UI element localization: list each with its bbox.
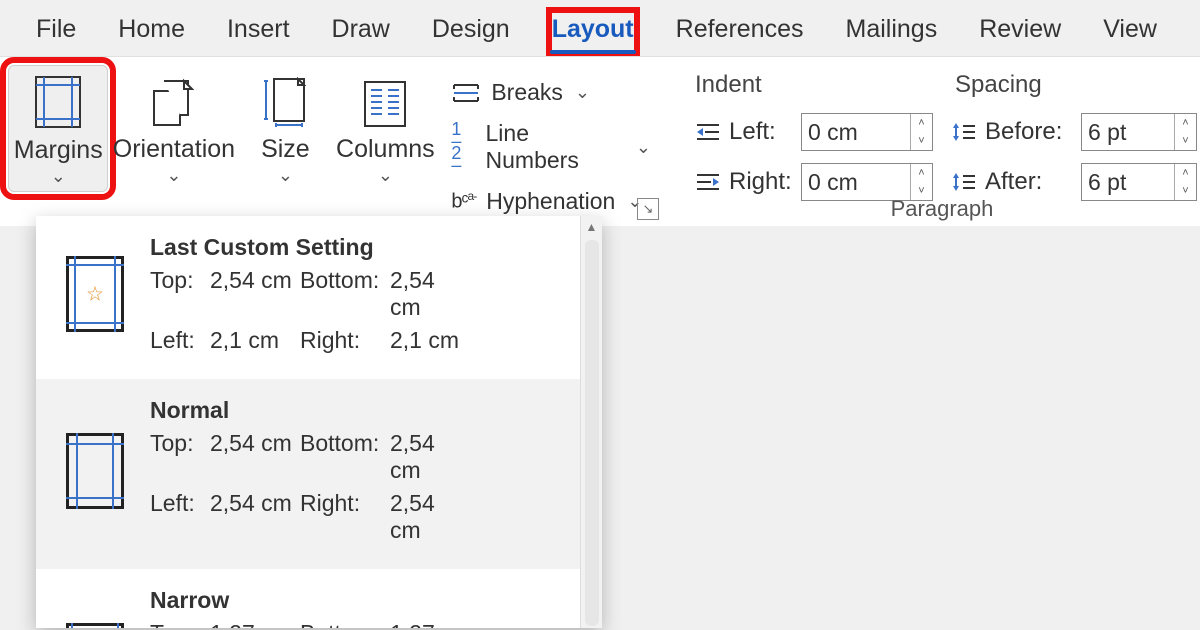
line-numbers-label: Line Numbers	[486, 120, 624, 174]
hyphenation-label: Hyphenation	[486, 188, 615, 215]
indent-right-label: Right:	[695, 168, 801, 196]
scroll-up-arrow[interactable]: ▲	[581, 216, 602, 238]
tab-mailings[interactable]: Mailings	[844, 11, 940, 54]
indent-right-icon	[695, 171, 721, 193]
breaks-label: Breaks	[491, 79, 563, 106]
margins-icon	[33, 74, 83, 130]
chevron-down-icon: ⌄	[636, 137, 651, 158]
hyphenation-button[interactable]: bᶜa- Hyphenation ⌄	[451, 188, 651, 215]
spacing-before-icon	[951, 121, 977, 143]
size-button[interactable]: Size ⌄	[239, 65, 331, 184]
margins-button[interactable]: Margins ⌄	[8, 65, 108, 192]
margins-options-list: ☆ Last Custom SettingTop:2,54 cmBottom:2,…	[36, 216, 580, 628]
indent-left-icon	[695, 121, 721, 143]
breaks-button[interactable]: Breaks ⌄	[451, 79, 651, 106]
orientation-icon	[150, 73, 198, 129]
group-paragraph: ↘ Indent Spacing Left: 0 cm˄˅ Before: 6 …	[669, 57, 1200, 226]
margins-preview-icon	[66, 623, 124, 629]
line-numbers-icon: 1 –2 –	[451, 123, 475, 171]
tab-view[interactable]: View	[1101, 11, 1159, 54]
spacing-after-icon	[951, 171, 977, 193]
margins-option[interactable]: ☆ Last Custom SettingTop:2,54 cmBottom:2,…	[36, 216, 580, 379]
indent-left-input[interactable]: 0 cm˄˅	[801, 113, 933, 151]
page-setup-small: Breaks ⌄ 1 –2 – Line Numbers ⌄ bᶜa- Hyph…	[439, 65, 661, 215]
spacing-before-input[interactable]: 6 pt˄˅	[1081, 113, 1197, 151]
hyphenation-icon: bᶜa-	[451, 189, 476, 214]
margins-option-text: Last Custom SettingTop:2,54 cmBottom:2,5…	[150, 234, 562, 354]
spacing-before-label: Before:	[951, 118, 1081, 146]
tab-layout[interactable]: Layout	[550, 11, 636, 54]
columns-label: Columns	[336, 135, 435, 164]
chevron-down-icon: ⌄	[166, 170, 181, 180]
spacing-after-input[interactable]: 6 pt˄˅	[1081, 163, 1197, 201]
chevron-down-icon: ⌄	[278, 170, 293, 180]
tab-review[interactable]: Review	[977, 11, 1063, 54]
indent-left-label: Left:	[695, 118, 801, 146]
columns-icon	[362, 73, 408, 129]
paragraph-group-label: Paragraph	[891, 196, 994, 222]
chevron-down-icon: ⌄	[51, 171, 66, 181]
margins-dropdown: ☆ Last Custom SettingTop:2,54 cmBottom:2,…	[36, 216, 602, 628]
tabs-bar: File Home Insert Draw Design Layout Refe…	[0, 0, 1200, 56]
chevron-down-icon: ⌄	[575, 82, 590, 103]
spinner-buttons[interactable]: ˄˅	[910, 164, 932, 200]
spinner-buttons[interactable]: ˄˅	[1174, 164, 1196, 200]
spinner-buttons[interactable]: ˄˅	[1174, 114, 1196, 150]
breaks-icon	[451, 80, 481, 106]
orientation-button[interactable]: Orientation ⌄	[108, 65, 239, 184]
columns-button[interactable]: Columns ⌄	[331, 65, 439, 184]
scroll-track[interactable]	[585, 240, 599, 626]
margins-option[interactable]: NarrowTop:1,27 cmBottom:1,27 cmLeft:1,27…	[36, 569, 580, 628]
tab-design[interactable]: Design	[430, 11, 512, 54]
margins-option[interactable]: NormalTop:2,54 cmBottom:2,54 cmLeft:2,54…	[36, 379, 580, 569]
spacing-header: Spacing	[955, 71, 1042, 99]
tab-draw[interactable]: Draw	[330, 11, 392, 54]
margins-label: Margins	[14, 136, 103, 165]
orientation-label: Orientation	[113, 135, 235, 164]
size-label: Size	[261, 135, 310, 164]
page-setup-dialog-launcher[interactable]: ↘	[637, 198, 659, 220]
tab-references[interactable]: References	[674, 11, 806, 54]
margins-option-text: NarrowTop:1,27 cmBottom:1,27 cmLeft:1,27…	[150, 587, 562, 628]
line-numbers-button[interactable]: 1 –2 – Line Numbers ⌄	[451, 120, 651, 174]
tab-file[interactable]: File	[34, 11, 78, 54]
chevron-down-icon: ⌄	[378, 170, 393, 180]
margins-option-text: NormalTop:2,54 cmBottom:2,54 cmLeft:2,54…	[150, 397, 562, 544]
tab-home[interactable]: Home	[116, 11, 187, 54]
indent-header: Indent	[695, 71, 955, 99]
group-page-setup: Margins ⌄ Orientation ⌄ Size ⌄ Columns ⌄	[0, 57, 669, 226]
size-icon	[260, 73, 310, 129]
margins-preview-icon	[66, 433, 124, 509]
ribbon: Margins ⌄ Orientation ⌄ Size ⌄ Columns ⌄	[0, 56, 1200, 226]
margins-preview-icon: ☆	[66, 256, 124, 332]
tab-insert[interactable]: Insert	[225, 11, 292, 54]
spacing-after-label: After:	[951, 168, 1081, 196]
spinner-buttons[interactable]: ˄˅	[910, 114, 932, 150]
scrollbar[interactable]: ▲	[580, 216, 602, 628]
